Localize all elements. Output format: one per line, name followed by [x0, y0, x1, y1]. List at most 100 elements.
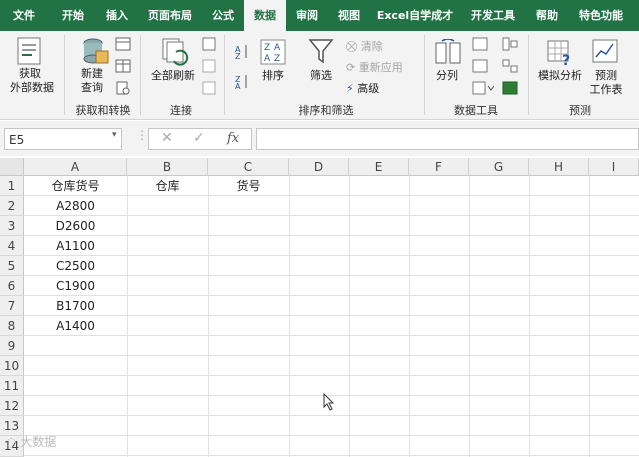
col-header-b[interactable]: B [127, 158, 208, 176]
new-query-label-1: 新建 [81, 67, 103, 80]
forecast-label-1: 预测 [595, 69, 617, 82]
col-header-f[interactable]: F [409, 158, 469, 176]
flash-fill-icon[interactable] [472, 37, 488, 51]
row-header-3[interactable]: 3 [0, 216, 24, 236]
clear-icon: ⛒ [346, 40, 358, 53]
what-if-label: 模拟分析 [538, 69, 582, 82]
name-box[interactable]: E5 [4, 128, 122, 150]
row-header-9[interactable]: 9 [0, 336, 24, 356]
cell-c1[interactable]: 货号 [208, 176, 289, 196]
advanced-filter-button[interactable]: ⚡ 高级 [346, 80, 379, 96]
sort-label: 排序 [262, 69, 284, 82]
filter-funnel-icon [308, 39, 334, 64]
cell-b1[interactable]: 仓库 [127, 176, 208, 196]
tab-home[interactable]: 开始 [50, 0, 96, 31]
recent-sources-icon[interactable] [115, 81, 131, 95]
tab-special-features[interactable]: 特色功能 [568, 0, 634, 31]
tab-developer[interactable]: 开发工具 [460, 0, 526, 31]
new-query-label-2: 查询 [81, 81, 103, 94]
forecast-chart-icon [592, 39, 618, 63]
row-header-5[interactable]: 5 [0, 256, 24, 276]
select-all-corner[interactable] [0, 158, 24, 176]
from-table-icon[interactable] [115, 59, 131, 73]
tab-file[interactable]: 文件 [0, 0, 48, 31]
clear-filter-button[interactable]: ⛒ 清除 [346, 38, 383, 54]
watermark: ◌ 大数据 [6, 435, 57, 449]
remove-duplicates-icon[interactable] [472, 59, 488, 73]
tab-insert[interactable]: 插入 [96, 0, 138, 31]
group-data-tools: 数据工具 [454, 104, 498, 117]
row-header-4[interactable]: 4 [0, 236, 24, 256]
group-forecast: 预测 [569, 104, 591, 117]
tab-page-layout[interactable]: 页面布局 [138, 0, 202, 31]
row-header-12[interactable]: 12 [0, 396, 24, 416]
insert-function-icon[interactable]: fx [227, 131, 239, 146]
connections-icon[interactable] [202, 37, 216, 51]
text-to-columns-icon [435, 39, 461, 64]
cell-a3[interactable]: D2600 [24, 216, 127, 236]
data-validation-icon[interactable] [472, 81, 494, 95]
tab-help[interactable]: 帮助 [526, 0, 568, 31]
cell-a1[interactable]: 仓库货号 [24, 176, 127, 196]
consolidate-icon[interactable] [502, 37, 518, 51]
svg-text:Z: Z [264, 43, 270, 53]
worksheet-grid: A B C D E F G H I 1 2 3 4 5 6 7 8 9 10 1… [0, 158, 639, 457]
col-header-h[interactable]: H [529, 158, 589, 176]
tab-data[interactable]: 数据 [244, 0, 286, 31]
col-header-c[interactable]: C [208, 158, 289, 176]
col-header-a[interactable]: A [24, 158, 127, 176]
row-header-10[interactable]: 10 [0, 356, 24, 376]
formula-input[interactable] [256, 128, 639, 150]
more-options-icon: ⋮ [136, 128, 148, 142]
cell-a7[interactable]: B1700 [24, 296, 127, 316]
name-box-dropdown-icon[interactable]: ▾ [112, 130, 117, 140]
relationships-icon[interactable] [502, 59, 518, 73]
sort-za-icon[interactable]: ZA [234, 73, 250, 89]
svg-text:Z: Z [274, 54, 280, 64]
what-if-icon: ? [547, 40, 570, 67]
svg-text:A: A [264, 54, 271, 64]
data-model-icon[interactable] [502, 81, 518, 95]
group-sort-filter: 排序和筛选 [298, 104, 354, 117]
edit-links-icon[interactable] [202, 81, 216, 95]
row-header-1[interactable]: 1 [0, 176, 24, 196]
cell-a8[interactable]: A1400 [24, 316, 127, 336]
get-data-icon [17, 37, 41, 65]
col-header-d[interactable]: D [289, 158, 349, 176]
row-header-2[interactable]: 2 [0, 196, 24, 216]
group-connections: 连接 [170, 104, 192, 117]
cell-a2[interactable]: A2800 [24, 196, 127, 216]
properties-icon[interactable] [202, 59, 216, 73]
mouse-cursor-icon [323, 393, 335, 411]
refresh-icon [162, 38, 189, 66]
row-header-7[interactable]: 7 [0, 296, 24, 316]
cancel-icon[interactable]: ✕ [161, 130, 173, 146]
col-header-i[interactable]: I [589, 158, 639, 176]
row-header-11[interactable]: 11 [0, 376, 24, 396]
svg-text:A: A [235, 82, 241, 89]
advanced-filter-icon: ⚡ [346, 82, 354, 95]
show-queries-icon[interactable] [115, 37, 131, 51]
cell-a4[interactable]: A1100 [24, 236, 127, 256]
get-data-label-1: 获取 [19, 67, 41, 80]
svg-text:?: ? [562, 53, 570, 67]
ribbon-tab-bar: 文件 开始 插入 页面布局 公式 数据 审阅 视图 Excel自学成才 开发工具… [0, 0, 639, 31]
ribbon: 获取 外部数据 新建 查询 获取和转换 全部刷新 连接 AZ ZA Z A A … [0, 31, 639, 120]
row-header-6[interactable]: 6 [0, 276, 24, 296]
svg-text:A: A [274, 43, 281, 53]
reapply-button[interactable]: ⟳ 重新应用 [346, 59, 403, 75]
sort-az-icon[interactable]: AZ [234, 43, 250, 59]
svg-text:Z: Z [235, 52, 241, 59]
row-header-8[interactable]: 8 [0, 316, 24, 336]
cell-a5[interactable]: C2500 [24, 256, 127, 276]
col-header-g[interactable]: G [469, 158, 529, 176]
formula-buttons: ✕ ✓ fx [148, 128, 252, 150]
tab-excel-self-study[interactable]: Excel自学成才 [370, 0, 460, 31]
cell-a6[interactable]: C1900 [24, 276, 127, 296]
forecast-label-2: 工作表 [589, 83, 623, 96]
tab-review[interactable]: 审阅 [286, 0, 328, 31]
col-header-e[interactable]: E [349, 158, 409, 176]
enter-icon[interactable]: ✓ [193, 130, 205, 146]
tab-formulas[interactable]: 公式 [202, 0, 244, 31]
tab-view[interactable]: 视图 [328, 0, 370, 31]
